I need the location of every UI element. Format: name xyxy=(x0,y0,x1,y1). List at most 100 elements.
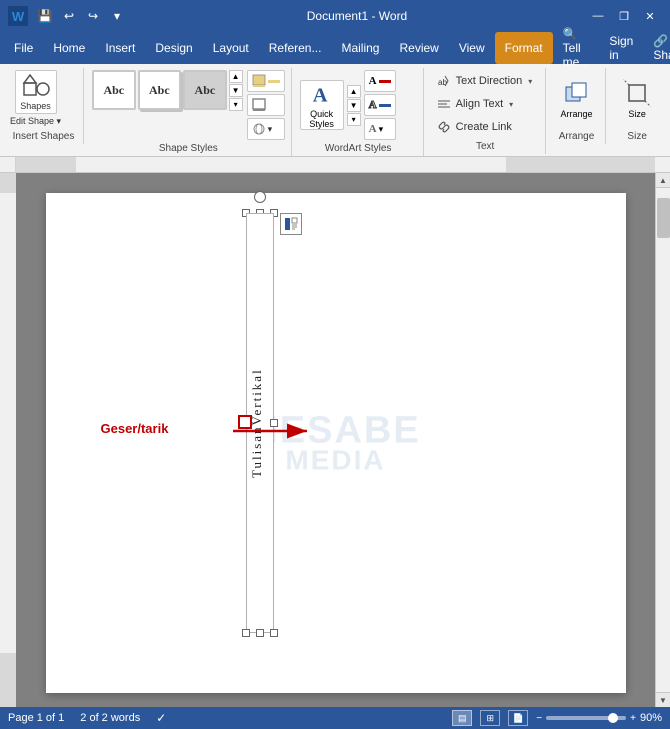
undo-button[interactable]: ↩ xyxy=(58,5,80,27)
view-web-button[interactable]: ⊞ xyxy=(480,710,500,726)
status-right: ▤ ⊞ 📄 − + 90% xyxy=(452,710,662,726)
wordart-scroll-down[interactable]: ▼ xyxy=(347,99,361,112)
create-link-label: Create Link xyxy=(456,121,512,133)
insert-shapes-label: Insert Shapes xyxy=(4,131,83,142)
align-text-button[interactable]: Align Text ▾ xyxy=(432,93,539,115)
ruler-corner xyxy=(0,157,16,172)
document-title: Document1 - Word xyxy=(128,9,586,23)
shape-style-scroll-up[interactable]: ▲ xyxy=(229,70,243,83)
zoom-slider[interactable] xyxy=(546,716,626,720)
wordart-scroll-up[interactable]: ▲ xyxy=(347,85,361,98)
scroll-down-button[interactable]: ▼ xyxy=(656,692,670,707)
word-count: 2 of 2 words xyxy=(80,712,140,724)
shape-outline-button[interactable] xyxy=(247,94,285,116)
menu-home[interactable]: Home xyxy=(43,32,95,64)
ribbon-group-shape-styles: Abc Abc Abc ▲ ▼ ▾ xyxy=(86,68,292,156)
menu-insert[interactable]: Insert xyxy=(95,32,145,64)
shape-style-2-button[interactable]: Abc xyxy=(138,70,182,110)
scroll-up-button[interactable]: ▲ xyxy=(656,173,670,188)
restore-button[interactable]: ❐ xyxy=(612,4,636,28)
menu-review[interactable]: Review xyxy=(389,32,448,64)
ruler-row xyxy=(0,157,670,173)
shape-style-3-button[interactable]: Abc xyxy=(183,70,227,110)
wordart-more-button[interactable]: ▾ xyxy=(347,113,361,126)
wordart-styles-label: WordArt Styles xyxy=(294,143,423,154)
wordart-format-buttons: A A A ▾ xyxy=(364,70,396,140)
ribbon-group-arrange: Arrange Arrange xyxy=(548,68,607,144)
ruler-scrollbar-corner xyxy=(655,157,670,172)
menu-share[interactable]: 🔗 Share xyxy=(643,32,670,64)
shape-style-1-button[interactable]: Abc xyxy=(92,70,136,110)
status-left: Page 1 of 1 2 of 2 words ✓ xyxy=(8,711,166,725)
document-scroll-area: NESABE MEDIA TulisanVertikal xyxy=(16,173,655,707)
textbox-container[interactable]: TulisanVertikal xyxy=(246,213,274,633)
size-button[interactable]: Size xyxy=(614,74,660,124)
menu-view[interactable]: View xyxy=(449,32,495,64)
shape-style-more-button[interactable]: ▾ xyxy=(229,98,243,111)
page-info: Page 1 of 1 xyxy=(8,712,64,724)
resize-handle-mid-left[interactable] xyxy=(238,415,252,429)
size-label: Size xyxy=(608,131,666,142)
resize-handle-bottom-right[interactable] xyxy=(270,629,278,637)
scroll-thumb[interactable] xyxy=(657,198,670,238)
menu-tell-me[interactable]: 🔍 Tell me... xyxy=(553,32,600,64)
text-direction-button[interactable]: ab Text Direction ▾ xyxy=(432,70,539,92)
save-button[interactable]: 💾 xyxy=(34,5,56,27)
create-link-button[interactable]: Create Link xyxy=(432,116,539,138)
zoom-thumb[interactable] xyxy=(608,713,618,723)
proofing-icon: ✓ xyxy=(156,711,166,725)
annotation: Geser/tarik xyxy=(101,421,169,436)
horizontal-ruler xyxy=(16,157,655,172)
zoom-percent: 90% xyxy=(640,712,662,724)
vertical-ruler xyxy=(0,173,16,707)
scroll-track[interactable] xyxy=(656,188,670,692)
vertical-scrollbar[interactable]: ▲ ▼ xyxy=(655,173,670,707)
shapes-button[interactable]: Shapes xyxy=(15,70,57,114)
view-read-button[interactable]: 📄 xyxy=(508,710,528,726)
title-bar-left: W 💾 ↩ ↪ ▾ xyxy=(8,5,128,27)
ribbon-group-text: ab Text Direction ▾ xyxy=(426,68,546,154)
align-text-label: Align Text xyxy=(456,98,504,110)
ribbon-group-insert-shapes: Shapes Edit Shape ▾ Insert Shapes xyxy=(4,68,84,144)
resize-handle-bottom-mid[interactable] xyxy=(256,629,264,637)
edit-shape-button[interactable]: Edit Shape ▾ xyxy=(10,116,61,127)
quick-styles-button[interactable]: A Quick Styles xyxy=(300,80,344,130)
redo-button[interactable]: ↪ xyxy=(82,5,104,27)
close-button[interactable]: ✕ xyxy=(638,4,662,28)
text-direction-label: Text Direction xyxy=(456,75,523,87)
resize-handle-bottom-left[interactable] xyxy=(242,629,250,637)
svg-text:ab: ab xyxy=(438,78,447,87)
svg-text:A: A xyxy=(312,84,327,106)
menu-format[interactable]: Format xyxy=(495,32,553,64)
quick-access-toolbar: 💾 ↩ ↪ ▾ xyxy=(34,5,128,27)
shape-styles-label: Shape Styles xyxy=(86,143,291,154)
zoom-control: − + 90% xyxy=(536,712,662,724)
layout-options-icon[interactable] xyxy=(280,213,302,235)
rotate-handle[interactable] xyxy=(254,191,266,203)
shape-style-scroll: ▲ ▼ ▾ xyxy=(229,70,243,111)
menu-file[interactable]: File xyxy=(4,32,43,64)
menu-mailing[interactable]: Mailing xyxy=(331,32,389,64)
create-link-icon xyxy=(436,120,452,134)
menu-references[interactable]: Referen... xyxy=(259,32,332,64)
menu-sign-in[interactable]: Sign in xyxy=(599,32,643,64)
text-fill-button[interactable]: A xyxy=(364,70,396,92)
text-direction-icon: ab xyxy=(436,74,452,88)
menu-design[interactable]: Design xyxy=(145,32,202,64)
text-outline-button[interactable]: A xyxy=(364,94,396,116)
shape-style-scroll-down[interactable]: ▼ xyxy=(229,84,243,97)
arrange-label: Arrange xyxy=(548,131,606,142)
minimize-button[interactable]: — xyxy=(586,4,610,28)
arrange-button[interactable]: Arrange xyxy=(554,74,600,124)
zoom-out-button[interactable]: − xyxy=(536,713,542,724)
zoom-in-button[interactable]: + xyxy=(630,713,636,724)
shape-fill-button[interactable] xyxy=(247,70,285,92)
text-effects-button[interactable]: A ▾ xyxy=(364,118,396,140)
word-icon: W xyxy=(8,6,28,26)
qat-dropdown-button[interactable]: ▾ xyxy=(106,5,128,27)
menu-bar: File Home Insert Design Layout Referen..… xyxy=(0,32,670,64)
view-normal-button[interactable]: ▤ xyxy=(452,710,472,726)
shape-effects-button[interactable]: ▾ xyxy=(247,118,285,140)
resize-handle-mid-right[interactable] xyxy=(270,419,278,427)
menu-layout[interactable]: Layout xyxy=(203,32,259,64)
